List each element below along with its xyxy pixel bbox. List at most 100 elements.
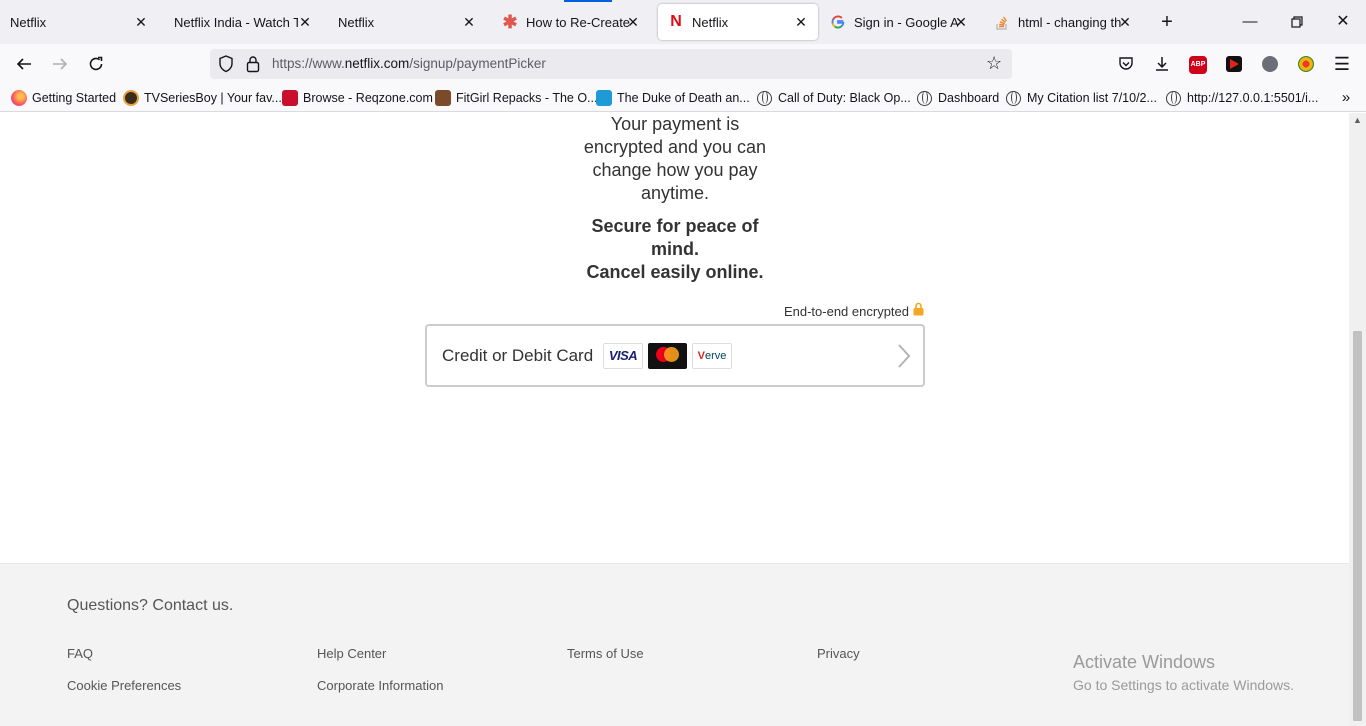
tab-stackoverflow[interactable]: html - changing the ✕ xyxy=(994,4,1142,40)
bug-extension-icon[interactable] xyxy=(1262,56,1278,72)
downloads-icon[interactable] xyxy=(1152,54,1172,74)
bookmarks-overflow-icon[interactable]: » xyxy=(1338,88,1354,108)
youtube-extension-icon[interactable] xyxy=(1226,56,1242,72)
tab-netflix-3[interactable]: Netflix ✕ xyxy=(338,4,486,40)
footer-link-cookie-preferences[interactable]: Cookie Preferences xyxy=(67,678,181,693)
footer-link-corporate-info[interactable]: Corporate Information xyxy=(317,678,443,693)
tab-netflix-india[interactable]: Netflix India - Watch TV ✕ xyxy=(174,4,322,40)
bookmark-label: Call of Duty: Black Op... xyxy=(778,91,911,105)
reqzone-icon xyxy=(282,90,298,106)
url-path: /signup/paymentPicker xyxy=(409,56,546,71)
tab-title: Netflix xyxy=(692,14,729,30)
address-bar[interactable]: https://www.netflix.com/signup/paymentPi… xyxy=(210,49,1012,79)
new-tab-button[interactable]: + xyxy=(1157,12,1177,32)
tab-close-icon[interactable]: ✕ xyxy=(1116,13,1134,31)
bookmark-localhost[interactable]: http://127.0.0.1:5501/i... xyxy=(1166,90,1318,106)
activate-windows-subtitle: Go to Settings to activate Windows. xyxy=(1073,677,1294,693)
payment-encrypted-message: Your payment is encrypted and you can ch… xyxy=(583,114,767,203)
tab-google-signin[interactable]: Sign in - Google Acc ✕ xyxy=(830,4,978,40)
scrollbar-thumb[interactable] xyxy=(1353,331,1362,721)
netflix-n-icon: N xyxy=(670,13,682,30)
globe-icon xyxy=(757,90,772,106)
forward-button[interactable] xyxy=(48,52,72,76)
bookmark-tvseriesboy[interactable]: TVSeriesBoy | Your fav... xyxy=(123,90,282,106)
site-footer: Questions? Contact us. FAQ Help Center T… xyxy=(0,563,1349,726)
bookmark-label: http://127.0.0.1:5501/i... xyxy=(1187,91,1319,105)
tab-title: Netflix India - Watch TV xyxy=(174,14,298,30)
tab-netflix-1[interactable]: Netflix ✕ xyxy=(10,4,158,40)
footer-link-help-center[interactable]: Help Center xyxy=(317,646,386,661)
bookmark-label: My Citation list 7/10/2... xyxy=(1027,91,1157,105)
activate-windows-title: Activate Windows xyxy=(1073,652,1216,672)
footer-link-privacy[interactable]: Privacy xyxy=(817,646,860,661)
minimize-icon[interactable]: — xyxy=(1238,10,1262,34)
lock-icon[interactable] xyxy=(246,55,260,73)
bookmarks-toolbar: Getting Started TVSeriesBoy | Your fav..… xyxy=(0,84,1366,112)
tab-title: Netflix xyxy=(338,14,375,30)
page-scrollbar[interactable]: ▲ xyxy=(1349,113,1366,726)
secure-line-1: Secure for peace of mind. xyxy=(591,216,759,259)
card-logos: VISA Verve xyxy=(603,343,732,369)
adblock-plus-icon[interactable]: ABP xyxy=(1189,56,1207,74)
tab-loading-indicator xyxy=(564,0,612,2)
color-extension-icon[interactable] xyxy=(1298,56,1314,72)
bookmark-citation-list[interactable]: My Citation list 7/10/2... xyxy=(1006,90,1157,106)
tab-close-icon[interactable]: ✕ xyxy=(624,13,642,31)
tab-title: html - changing the xyxy=(1018,14,1122,30)
activate-windows-watermark: Activate Windows Go to Settings to activ… xyxy=(1073,652,1294,693)
tab-close-icon[interactable]: ✕ xyxy=(132,13,150,31)
tab-close-icon[interactable]: ✕ xyxy=(296,13,314,31)
chevron-right-icon xyxy=(898,344,911,368)
bookmark-star-icon[interactable]: ☆ xyxy=(986,54,1004,72)
tab-how-to-recreate[interactable]: ✱ How to Re-Create a ✕ xyxy=(502,4,650,40)
url-domain: netflix.com xyxy=(344,56,410,71)
footer-link-faq[interactable]: FAQ xyxy=(67,646,93,661)
mastercard-logo xyxy=(648,343,687,369)
credit-debit-card-option[interactable]: Credit or Debit Card VISA Verve xyxy=(425,324,925,387)
hamburger-menu-icon[interactable]: ☰ xyxy=(1332,54,1352,74)
bookmark-duke-of-death[interactable]: The Duke of Death an... xyxy=(596,90,750,106)
bookmark-label: FitGirl Repacks - The O... xyxy=(456,91,598,105)
secure-line-2: Cancel easily online. xyxy=(586,262,764,282)
mk-icon xyxy=(596,90,612,106)
visa-logo: VISA xyxy=(603,343,643,369)
scroll-up-arrow-icon[interactable]: ▲ xyxy=(1352,115,1363,126)
card-option-label: Credit or Debit Card xyxy=(442,346,594,365)
tab-close-icon[interactable]: ✕ xyxy=(952,13,970,31)
pocket-icon[interactable] xyxy=(1116,54,1136,74)
globe-icon xyxy=(1166,90,1181,106)
tab-netflix-active[interactable]: N Netflix ✕ xyxy=(658,4,818,40)
google-g-icon xyxy=(830,14,846,30)
bookmark-label: Getting Started xyxy=(32,91,117,105)
back-button[interactable] xyxy=(12,52,36,76)
url-text[interactable]: https://www.netflix.com/signup/paymentPi… xyxy=(272,56,546,71)
contact-us-link[interactable]: Questions? Contact us. xyxy=(67,597,233,615)
bookmark-reqzone[interactable]: Browse - Reqzone.com xyxy=(282,90,433,106)
bookmark-getting-started[interactable]: Getting Started xyxy=(11,90,116,106)
reload-button[interactable] xyxy=(84,52,108,76)
bookmark-fitgirl[interactable]: FitGirl Repacks - The O... xyxy=(435,90,597,106)
globe-icon xyxy=(1006,90,1021,106)
tab-strip: Netflix ✕ Netflix India - Watch TV ✕ Net… xyxy=(0,0,1366,44)
bookmark-label: The Duke of Death an... xyxy=(617,91,750,105)
secure-message: Secure for peace of mind. Cancel easily … xyxy=(575,215,775,284)
bookmark-label: Browse - Reqzone.com xyxy=(303,91,433,105)
tab-close-icon[interactable]: ✕ xyxy=(792,13,810,31)
tab-title: Netflix xyxy=(10,14,47,30)
tab-title: How to Re-Create a xyxy=(526,14,630,30)
tab-close-icon[interactable]: ✕ xyxy=(460,13,478,31)
bookmark-dashboard[interactable]: Dashboard xyxy=(917,90,999,106)
tracking-shield-icon[interactable] xyxy=(218,55,234,73)
bookmark-call-of-duty[interactable]: Call of Duty: Black Op... xyxy=(757,90,911,106)
restore-icon[interactable] xyxy=(1285,10,1309,34)
e2e-text: End-to-end encrypted xyxy=(783,304,909,319)
padlock-icon xyxy=(913,302,924,315)
page-viewport: Your payment is encrypted and you can ch… xyxy=(0,113,1349,726)
window-close-icon[interactable]: ✕ xyxy=(1331,10,1355,34)
firefox-icon xyxy=(11,90,27,106)
end-to-end-encrypted-label: End-to-end encrypted xyxy=(760,302,924,319)
stackoverflow-icon xyxy=(994,14,1010,30)
fitgirl-icon xyxy=(435,90,451,106)
bookmark-label: Dashboard xyxy=(938,91,1000,105)
footer-link-terms[interactable]: Terms of Use xyxy=(567,646,644,661)
